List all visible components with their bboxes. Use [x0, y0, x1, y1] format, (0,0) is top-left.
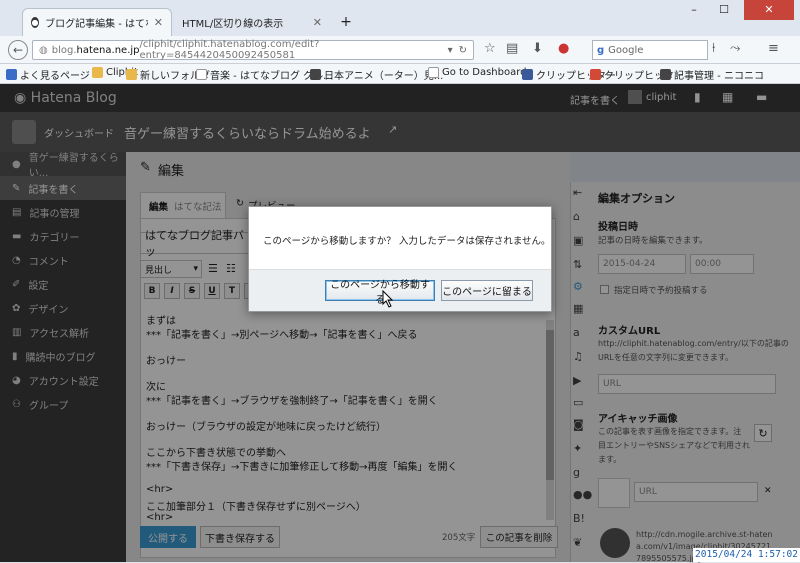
bookmarks-bar: よく見るページ Cliphit 新しいフォルダ 音楽 - はてなブログ グル..… [0, 64, 800, 84]
tab-html-separator[interactable]: HTML/区切り線の表示 ✕ [174, 8, 330, 36]
adblock-icon[interactable]: ● [558, 41, 569, 56]
robot-icon [660, 69, 671, 80]
facebook-icon [522, 69, 533, 80]
close-window-button[interactable]: ✕ [744, 0, 794, 20]
url-prefix: blog. [51, 44, 77, 56]
page-icon [196, 69, 207, 80]
bookmark-icon [6, 69, 17, 80]
search-go-icon[interactable]: ⍿ [712, 41, 715, 56]
minimize-button[interactable]: – [680, 0, 708, 20]
bookmark-label: 日本アニメ（ーター）見... [324, 71, 444, 82]
search-engine-label: Google [608, 44, 644, 56]
robot-icon [310, 69, 321, 80]
download-icon[interactable]: ⬇ [532, 41, 543, 56]
dialog-message: このページから移動しますか？ 入力したデータは保存されません。 [263, 236, 551, 247]
bookmark-item[interactable]: よく見るページ [6, 67, 90, 82]
tab-close-icon[interactable]: ✕ [154, 16, 163, 29]
reload-icon[interactable]: ↻ [459, 45, 467, 56]
tab-blog-edit[interactable]: ● ブログ記事編集 - はてなブログ ✕ [22, 8, 172, 36]
url-bar[interactable]: ◍ blog. hatena.ne.jp/cliphit/cliphit.hate… [32, 39, 474, 61]
extension-icon[interactable]: ⤳ [730, 41, 740, 56]
clipboard-icon[interactable]: ▤ [506, 41, 518, 56]
globe-icon: ◍ [39, 44, 48, 56]
bookmark-label: Go to Dashboard [442, 67, 527, 78]
bookmark-label: 記事管理 - ニコニコ [674, 71, 764, 82]
modal-overlay [0, 84, 800, 562]
folder-icon [92, 67, 103, 78]
back-arrow-icon[interactable]: ← [8, 40, 28, 60]
leave-page-button[interactable]: このページから移動する [325, 280, 435, 306]
dropdown-arrow-icon[interactable]: ▾ [448, 45, 453, 56]
browser-tab-bar: ● ブログ記事編集 - はてなブログ ✕ HTML/区切り線の表示 ✕ + – … [0, 0, 800, 36]
bookmark-label: よく見るページ [20, 71, 90, 82]
bookmark-item[interactable]: 日本アニメ（ーター）見... [310, 67, 443, 82]
new-tab-button[interactable]: + [332, 8, 360, 36]
url-host: hatena.ne.jp [76, 44, 140, 56]
menu-icon[interactable]: ≡ [768, 41, 779, 56]
tab-close-icon[interactable]: ✕ [313, 16, 322, 29]
search-input[interactable]: g Google [592, 40, 708, 60]
gplus-icon [590, 69, 601, 80]
dialog-button-row: このページから移動する このページに留まる [249, 269, 551, 311]
bookmark-item[interactable]: Go to Dashboard [428, 67, 527, 78]
plus-icon: + [340, 14, 352, 30]
folder-icon [126, 69, 137, 80]
star-icon[interactable]: ☆ [484, 41, 496, 56]
navigation-bar: ← ◍ blog. hatena.ne.jp/cliphit/cliphit.ha… [0, 36, 800, 64]
maximize-button[interactable]: ☐ [710, 0, 738, 20]
mouse-cursor-icon [382, 290, 394, 308]
bookmark-item[interactable]: 記事管理 - ニコニコ [660, 67, 764, 82]
timestamp: 2015/04/24 1:57:02 [693, 548, 800, 562]
tab-label: ブログ記事編集 - はてなブログ [45, 19, 148, 30]
leave-page-dialog: このページから移動しますか？ 入力したデータは保存されません。 このページから移… [248, 206, 552, 312]
page-icon [428, 67, 439, 78]
tab-label: HTML/区切り線の表示 [182, 18, 284, 30]
stay-page-button[interactable]: このページに留まる [441, 280, 533, 301]
hatena-favicon-icon: ● [31, 17, 40, 28]
url-path: /cliphit/cliphit.hatenablog.com/edit?ent… [139, 39, 320, 61]
google-icon: g [597, 44, 605, 56]
